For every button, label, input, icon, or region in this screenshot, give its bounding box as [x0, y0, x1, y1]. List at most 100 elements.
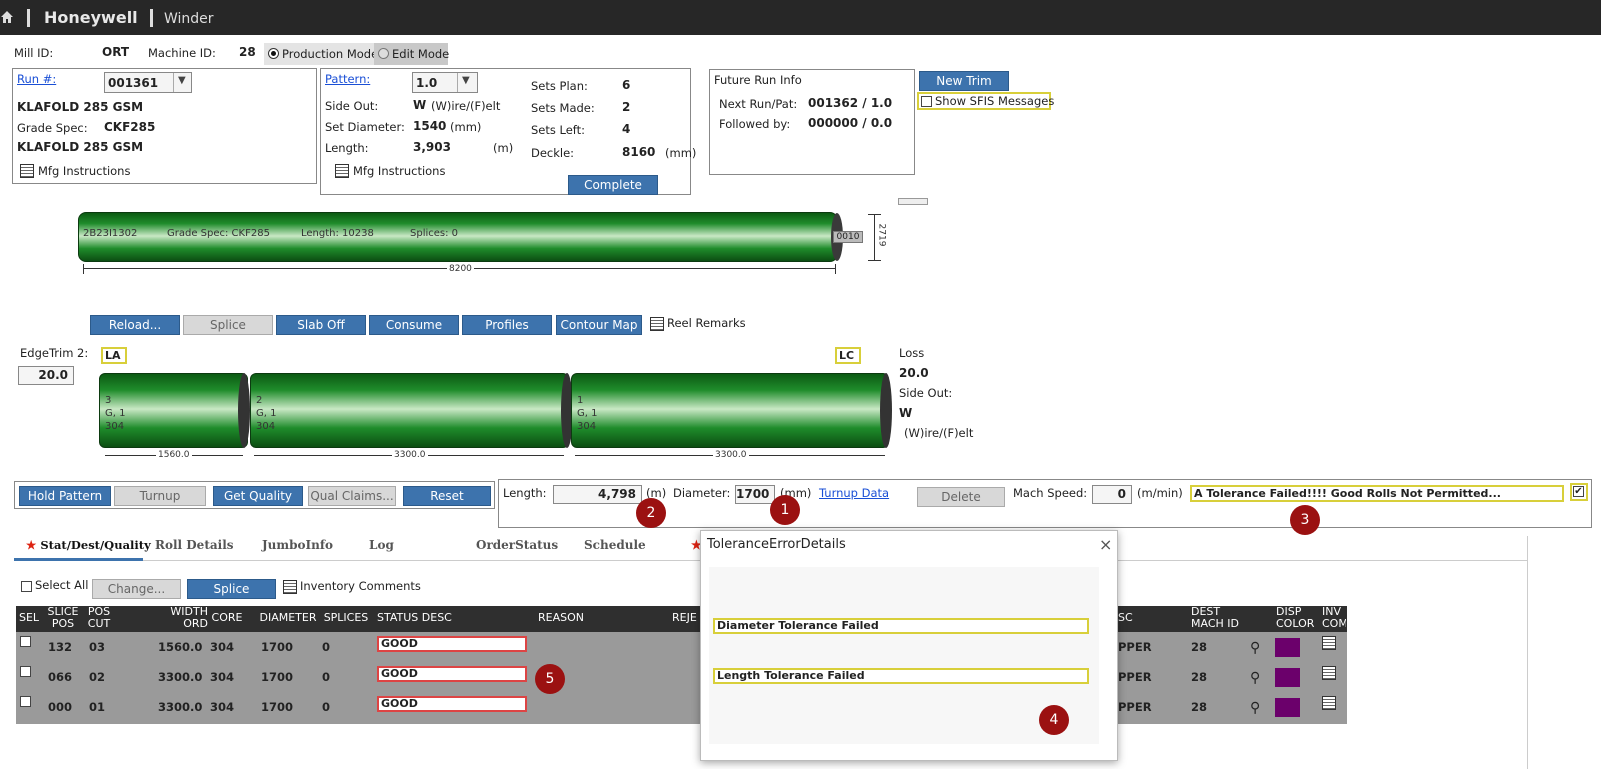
tab-stat-dest-quality[interactable]: ★ Stat/Dest/Quality: [26, 531, 151, 559]
measure-diameter-input[interactable]: 1700: [735, 485, 775, 504]
col-dest-mach-id[interactable]: DEST MACH ID: [1191, 606, 1241, 630]
reload-button[interactable]: Reload...: [90, 315, 180, 335]
reel-core-label: 0010: [833, 231, 863, 243]
tab-schedule[interactable]: Schedule: [584, 531, 646, 559]
measure-length-label: Length:: [503, 486, 547, 500]
delete-button[interactable]: Delete: [917, 487, 1005, 507]
length-label: Length:: [325, 141, 369, 155]
sets-plan-value: 6: [622, 78, 631, 92]
radio-checked[interactable]: [268, 48, 279, 59]
col-sel[interactable]: SEL: [18, 612, 40, 624]
col-status-desc[interactable]: STATUS DESC: [377, 612, 457, 624]
measure-length-input[interactable]: 4,798: [553, 485, 642, 504]
col-core[interactable]: CORE: [210, 612, 244, 624]
edit-mode-option[interactable]: Edit Mode: [374, 43, 449, 65]
search-icon[interactable]: ⚲: [1250, 670, 1260, 686]
chevron-down-icon: ▼: [178, 75, 186, 86]
document-icon[interactable]: [1322, 636, 1336, 650]
grade-name: KLAFOLD 285 GSM: [17, 100, 144, 114]
set-roll-1[interactable]: [571, 373, 889, 448]
run-number-link[interactable]: Run #:: [17, 72, 56, 86]
document-icon[interactable]: [1322, 696, 1336, 710]
pattern-link[interactable]: Pattern:: [325, 72, 370, 86]
search-icon[interactable]: ⚲: [1250, 640, 1260, 656]
tab-order-status[interactable]: OrderStatus: [476, 531, 558, 559]
run-mfg-instructions[interactable]: Mfg Instructions: [20, 163, 150, 179]
contour-map-button[interactable]: Contour Map: [556, 315, 642, 335]
reel-remarks[interactable]: Reel Remarks: [650, 316, 746, 332]
hold-pattern-button[interactable]: Hold Pattern: [19, 486, 111, 506]
get-quality-button[interactable]: Get Quality: [213, 486, 303, 506]
marker-2: 2: [636, 498, 666, 528]
col-slice-pos[interactable]: SLICE POS: [44, 606, 82, 630]
complete-button[interactable]: Complete: [568, 175, 658, 195]
reset-button[interactable]: Reset: [403, 486, 491, 506]
home-icon[interactable]: [0, 10, 14, 24]
show-sfis-checkbox[interactable]: [921, 96, 932, 107]
col-reje[interactable]: REJE: [672, 612, 702, 624]
tab-jumbo-info[interactable]: JumboInfo: [262, 531, 333, 559]
disp-color-swatch[interactable]: [1275, 638, 1300, 657]
edge-trim-input[interactable]: 20.0: [18, 366, 74, 385]
document-icon[interactable]: [1322, 666, 1336, 680]
tab-roll-details[interactable]: Roll Details: [155, 531, 234, 559]
mach-speed-input[interactable]: 0: [1092, 485, 1132, 504]
pattern-select[interactable]: 1.0 ▼: [412, 72, 478, 93]
cell-status[interactable]: GOOD: [377, 666, 527, 682]
cell-width: 1560.0: [158, 640, 203, 654]
search-icon[interactable]: ⚲: [1250, 700, 1260, 716]
splice-grid-button[interactable]: Splice: [187, 579, 276, 599]
tolerance-checkbox-wrap[interactable]: ✔: [1570, 483, 1588, 501]
deckle-value: 8160: [622, 145, 656, 159]
production-mode-option[interactable]: Production Mode: [264, 43, 378, 65]
select-all-checkbox[interactable]: [21, 581, 32, 592]
turnup-data-link[interactable]: Turnup Data: [819, 486, 889, 500]
mach-speed-label: Mach Speed:: [1013, 486, 1088, 500]
slab-off-button[interactable]: Slab Off: [276, 315, 366, 335]
side-out-hint: (W)ire/(F)elt: [431, 99, 501, 113]
change-button[interactable]: Change...: [92, 579, 181, 599]
reel-id: 2B23I1302: [83, 228, 138, 239]
profiles-button[interactable]: Profiles: [462, 315, 552, 335]
document-icon: [335, 164, 349, 178]
table-row[interactable]: 000 01 3300.0 304 1700 0 GOOD PPER 28 ⚲: [16, 692, 1347, 722]
qual-claims-button[interactable]: Qual Claims...: [308, 486, 396, 506]
reel-length: Length: 10238: [301, 228, 374, 239]
col-splices[interactable]: SPLICES: [321, 612, 371, 624]
cell-status[interactable]: GOOD: [377, 636, 527, 652]
disp-color-swatch[interactable]: [1275, 698, 1300, 717]
row-checkbox[interactable]: [20, 636, 31, 647]
splice-reel-button[interactable]: Splice: [183, 315, 273, 335]
radio-unchecked[interactable]: [378, 48, 389, 59]
row-checkbox[interactable]: [20, 696, 31, 707]
cell-slice: 000: [48, 700, 73, 714]
col-inv-com[interactable]: INV COM: [1322, 606, 1346, 630]
col-disp-color[interactable]: DISP COLOR: [1276, 606, 1314, 630]
row-checkbox[interactable]: [20, 666, 31, 677]
close-icon[interactable]: ×: [1099, 535, 1112, 554]
pattern-mfg-instructions[interactable]: Mfg Instructions: [335, 163, 465, 179]
table-row[interactable]: 066 02 3300.0 304 1700 0 GOOD PPER 28 ⚲: [16, 662, 1347, 692]
cell-desc: PPER: [1118, 700, 1152, 714]
col-desc[interactable]: SC: [1118, 612, 1158, 624]
set-roll-2[interactable]: [250, 373, 569, 448]
cell-splices: 0: [322, 700, 331, 714]
table-row[interactable]: 132 03 1560.0 304 1700 0 GOOD PPER 28 ⚲: [16, 632, 1347, 662]
tab-log[interactable]: Log: [369, 531, 394, 559]
col-reason[interactable]: REASON: [538, 612, 598, 624]
col-width-ord[interactable]: WIDTH ORD: [150, 606, 208, 630]
dialog-title: ToleranceErrorDetails: [707, 537, 846, 552]
col-diameter[interactable]: DIAMETER: [258, 612, 318, 624]
new-trim-button[interactable]: New Trim: [919, 71, 1009, 91]
consume-button[interactable]: Consume: [369, 315, 459, 335]
turnup-button[interactable]: Turnup: [114, 486, 206, 506]
check-icon[interactable]: ✔: [1573, 486, 1584, 497]
cell-status[interactable]: GOOD: [377, 696, 527, 712]
disp-color-swatch[interactable]: [1275, 668, 1300, 687]
run-number-select[interactable]: 001361 ▼: [104, 72, 192, 93]
col-pos-cut[interactable]: POS CUT: [86, 606, 112, 630]
app-name: Winder: [164, 11, 214, 27]
show-sfis-toggle[interactable]: Show SFIS Messages: [917, 92, 1054, 110]
side-out-label: Side Out:: [325, 99, 379, 113]
inventory-comments[interactable]: Inventory Comments: [283, 579, 423, 595]
